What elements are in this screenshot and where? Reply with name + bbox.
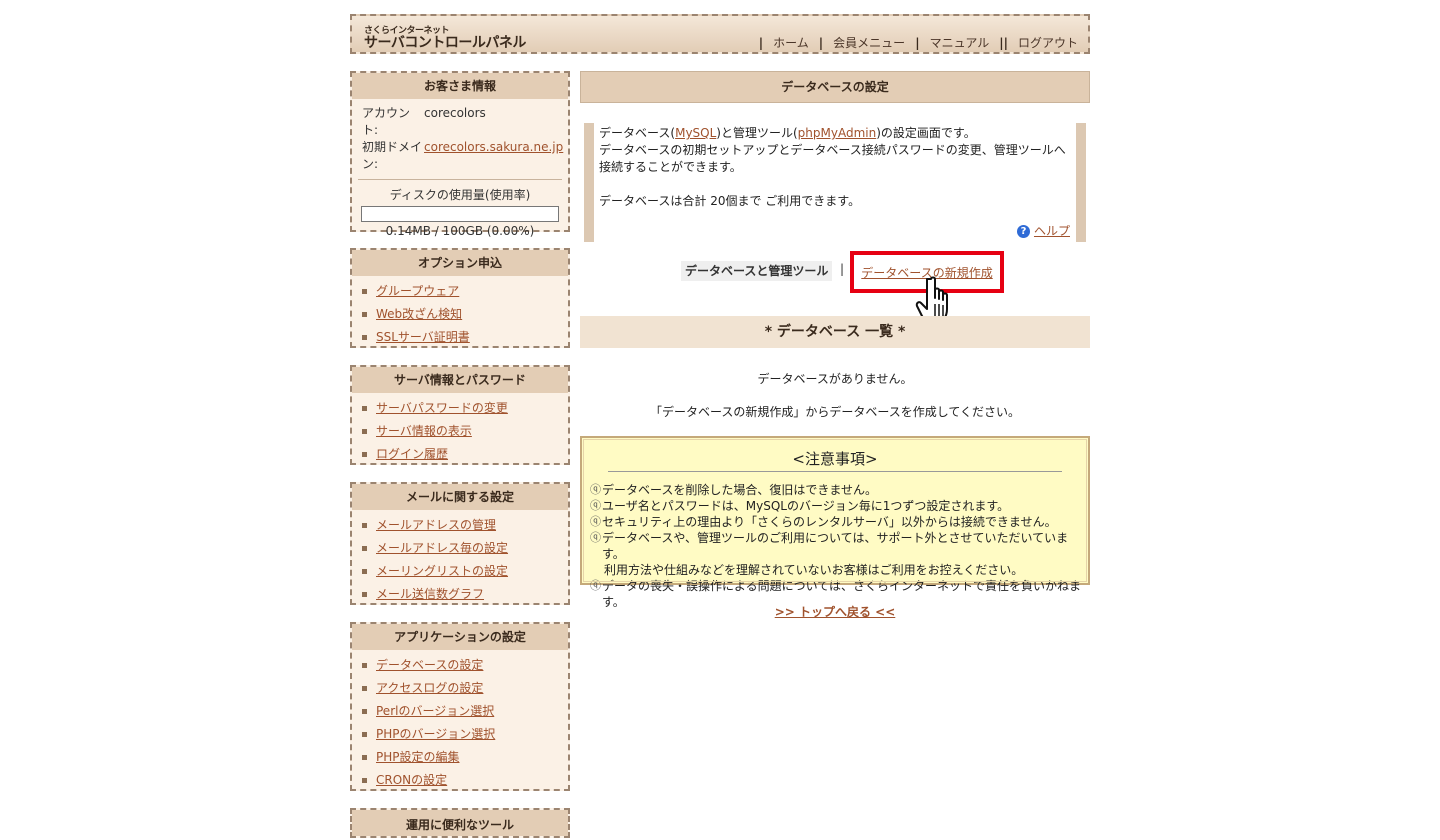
sidebar-item-server-password: サーバパスワードの変更 — [362, 397, 568, 420]
notice-item: ⓠ セキュリティ上の理由より「さくらのレンタルサーバ」以外からは接続できません。 — [590, 515, 1057, 529]
help-link-text[interactable]: ヘルプ — [1034, 223, 1070, 240]
help-icon[interactable]: ? — [1016, 225, 1030, 238]
intro-panel: データベース(MySQL)と管理ツール(phpMyAdmin)の設定画面です。 … — [584, 123, 1086, 242]
sidebar-item-mailing-list: メーリングリストの設定 — [362, 560, 568, 583]
mail-box: メールに関する設定 メールアドレスの管理 メールアドレス毎の設定 メーリングリス… — [350, 482, 570, 605]
server-box: サーバ情報とパスワード サーバパスワードの変更 サーバ情報の表示 ログイン履歴 — [350, 365, 570, 465]
sidebar-item-mail-settings: メールアドレス毎の設定 — [362, 537, 568, 560]
notice-item: ⓠ データベースを削除した場合、復旧はできません。 — [590, 483, 878, 497]
disk-usage: ディスクの使用量(使用率) 0.14MB / 100GB (0.00%) — [358, 179, 562, 238]
top-nav: | ホーム | 会員メニュー | マニュアル || ログアウト — [758, 34, 1078, 51]
sidebar-item-server-info: サーバ情報の表示 — [362, 420, 568, 443]
sidebar-item-groupware: グループウェア — [362, 280, 568, 303]
customer-info-box: お客さま情報 アカウント: corecolors 初期ドメイン: corecol… — [350, 71, 570, 238]
intro-line-3: データベースは合計 20個まで ご利用できます。 — [599, 194, 861, 208]
disk-usage-bar — [361, 206, 559, 222]
domain-label: 初期ドメイン: — [362, 140, 423, 171]
disk-usage-text: 0.14MB / 100GB (0.00%) — [385, 224, 535, 238]
notice-box: <注意事項> ⓠ データベースを削除した場合、復旧はできません。 ⓠ ユーザ名とパス… — [580, 436, 1090, 609]
disk-usage-label: ディスクの使用量(使用率) — [389, 188, 531, 202]
options-box: オプション申込 グループウェア Web改ざん検知 SSLサーバ証明書 — [350, 248, 570, 348]
tab-separator: | — [840, 262, 845, 276]
account-label: アカウント: — [362, 106, 411, 137]
bubble-icon: ⓠ — [590, 483, 601, 496]
notice-item: ⓠ データベースや、管理ツールのご利用については、サポート外とさせていただいていま… — [590, 531, 1069, 561]
tab-db-and-tools[interactable]: データベースと管理ツール — [681, 261, 833, 281]
notice-item-continuation: 利用方法や仕組みなどを理解されていないお客様はご利用をお控えください。 — [604, 563, 1024, 577]
sidebar-item-mail-graph: メール送信数グラフ — [362, 583, 568, 606]
empty-hint: 「データベースの新規作成」からデータベースを作成してください。 — [649, 405, 1021, 419]
sidebar-item-web-tamper: Web改ざん検知 — [362, 303, 568, 326]
sidebar-item-mail-address: メールアドレスの管理 — [362, 514, 568, 537]
mail-title: メールに関する設定 — [352, 484, 568, 510]
tools-box: 運用に便利なツール — [350, 808, 570, 838]
notice-title: <注意事項> — [608, 448, 1062, 472]
back-to-top: >> トップへ戻る << — [580, 603, 1090, 620]
nav-logout[interactable]: ログアウト — [1018, 34, 1078, 51]
nav-home[interactable]: ホーム — [773, 34, 809, 51]
bubble-icon: ⓠ — [590, 531, 601, 544]
bubble-icon: ⓠ — [590, 499, 601, 512]
bubble-icon: ⓠ — [590, 515, 601, 528]
sidebar-item-access-log: アクセスログの設定 — [362, 677, 568, 700]
database-list-header: * データベース 一覧 * — [580, 316, 1090, 348]
apps-box: アプリケーションの設定 データベースの設定 アクセスログの設定 Perlのバージ… — [350, 622, 570, 791]
sidebar-item-ssl: SSLサーバ証明書 — [362, 326, 568, 349]
customer-info-title: お客さま情報 — [352, 73, 568, 99]
nav-manual[interactable]: マニュアル — [930, 34, 990, 51]
intro-line-2: データベースの初期セットアップとデータベース接続パスワードの変更、管理ツールへ接… — [599, 143, 1066, 174]
sidebar-item-database: データベースの設定 — [362, 654, 568, 677]
notice-item: ⓠ ユーザ名とパスワードは、MySQLのバージョン毎に1つずつ設定されます。 — [590, 499, 1010, 513]
server-title: サーバ情報とパスワード — [352, 367, 568, 393]
help-link[interactable]: ? ヘルプ — [1016, 223, 1070, 240]
logo-title: サーバコントロールパネル — [364, 35, 526, 51]
nav-member-menu[interactable]: 会員メニュー — [833, 34, 905, 51]
tools-title: 運用に便利なツール — [352, 810, 568, 836]
tab-bar: データベースと管理ツール | — [580, 258, 1090, 288]
sidebar-item-php-version: PHPのバージョン選択 — [362, 723, 568, 746]
back-to-top-link[interactable]: >> トップへ戻る << — [775, 605, 896, 619]
page-title: データベースの設定 — [580, 71, 1090, 103]
sidebar-item-cron: CRONの設定 — [362, 769, 568, 792]
phpmyadmin-link[interactable]: phpMyAdmin — [798, 126, 877, 140]
mysql-link[interactable]: MySQL — [675, 126, 716, 140]
apps-title: アプリケーションの設定 — [352, 624, 568, 650]
options-title: オプション申込 — [352, 250, 568, 276]
empty-message: データベースがありません。 — [757, 372, 913, 386]
header-banner: さくらインターネット サーバコントロールパネル | ホーム | 会員メニュー |… — [350, 14, 1090, 54]
notice-list: ⓠ データベースを削除した場合、復旧はできません。 ⓠ ユーザ名とパスワードは、My… — [590, 482, 1088, 610]
sidebar-item-perl: Perlのバージョン選択 — [362, 700, 568, 723]
account-value: corecolors — [424, 106, 486, 120]
domain-link[interactable]: corecolors.sakura.ne.jp — [424, 139, 563, 173]
sidebar-item-login-history: ログイン履歴 — [362, 443, 568, 466]
sidebar-item-php-settings: PHP設定の編集 — [362, 746, 568, 769]
